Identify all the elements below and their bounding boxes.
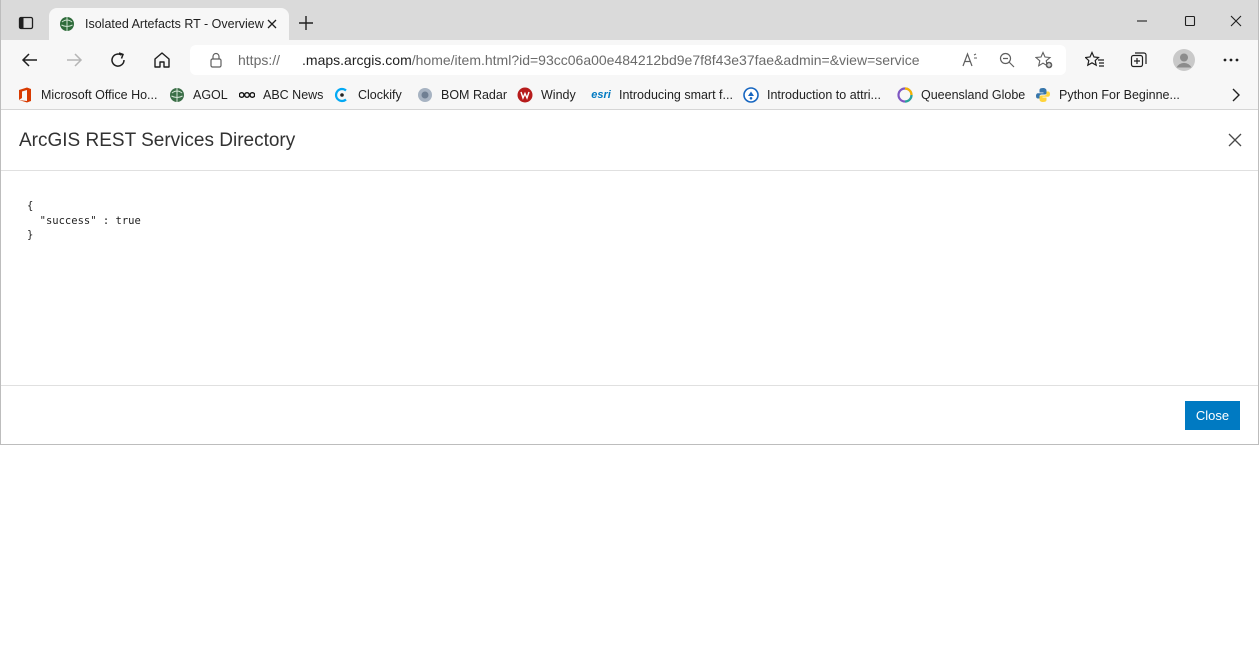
- new-tab-button[interactable]: [295, 12, 317, 34]
- refresh-button[interactable]: [105, 48, 131, 72]
- browser-window: Isolated Artefacts RT - Overview https:/…: [0, 0, 1259, 445]
- tab-title: Isolated Artefacts RT - Overview: [85, 17, 264, 31]
- url-text: https:// .maps.arcgis.com/home/item.html?…: [238, 52, 920, 68]
- favorite-label: Microsoft Office Ho...: [41, 88, 158, 102]
- zoom-out-icon[interactable]: [996, 50, 1018, 70]
- favorite-item[interactable]: Clockify: [334, 84, 402, 106]
- globe-icon: [169, 87, 185, 103]
- chevron-right-icon[interactable]: [1228, 86, 1244, 104]
- back-button[interactable]: [17, 48, 43, 72]
- add-favorite-icon[interactable]: [1033, 50, 1055, 70]
- favorite-label: Clockify: [358, 88, 402, 102]
- python-icon: [1035, 87, 1051, 103]
- favorite-label: Windy: [541, 88, 576, 102]
- close-icon: [1230, 15, 1242, 27]
- abc-icon: [239, 87, 255, 103]
- favorite-item[interactable]: ABC News: [239, 84, 323, 106]
- office-icon: [17, 87, 33, 103]
- favorite-label: BOM Radar: [441, 88, 507, 102]
- favorite-label: Introduction to attri...: [767, 88, 881, 102]
- tab-close-icon[interactable]: [265, 17, 279, 31]
- dialog-title: ArcGIS REST Services Directory: [19, 130, 296, 151]
- favorite-label: AGOL: [193, 88, 228, 102]
- arrow-left-icon: [21, 53, 37, 67]
- tab-active[interactable]: Isolated Artefacts RT - Overview: [49, 8, 289, 40]
- learn-icon: [743, 87, 759, 103]
- favorite-item[interactable]: esri Introducing smart f...: [591, 84, 733, 106]
- tab-actions-icon: [18, 16, 34, 30]
- dialog-header: ArcGIS REST Services Directory: [1, 111, 1258, 171]
- favorites-bar: Microsoft Office Ho... AGOL ABC News Clo…: [1, 80, 1258, 110]
- esri-icon: esri: [591, 89, 611, 101]
- url-host: .maps.arcgis.com: [302, 52, 412, 68]
- dialog-footer: Close: [1, 385, 1258, 444]
- minimize-button[interactable]: [1127, 8, 1157, 34]
- profile-button[interactable]: [1171, 48, 1197, 72]
- favorites-icon: [1085, 51, 1104, 67]
- favorite-item[interactable]: Microsoft Office Ho...: [17, 84, 157, 106]
- forward-button[interactable]: [61, 48, 87, 72]
- maximize-button[interactable]: [1175, 8, 1205, 34]
- dialog-body: { "success" : true }: [1, 172, 1258, 385]
- favorite-label: Python For Beginne...: [1059, 88, 1180, 102]
- favorite-label: ABC News: [263, 88, 324, 102]
- bom-icon: [417, 87, 433, 103]
- refresh-icon: [111, 52, 125, 67]
- home-button[interactable]: [149, 48, 175, 72]
- settings-more-button[interactable]: [1218, 48, 1244, 72]
- address-bar[interactable]: https:// .maps.arcgis.com/home/item.html?…: [190, 45, 1066, 75]
- close-button[interactable]: Close: [1185, 401, 1240, 430]
- json-response: { "success" : true }: [27, 200, 141, 241]
- favorite-item[interactable]: AGOL: [169, 84, 228, 106]
- avatar-icon: [1173, 49, 1195, 71]
- minimize-icon: [1137, 20, 1147, 22]
- favorite-item[interactable]: Windy: [517, 84, 576, 106]
- dialog-close-icon[interactable]: [1228, 133, 1242, 147]
- collections-button[interactable]: [1126, 48, 1152, 72]
- windy-icon: [517, 87, 533, 103]
- home-icon: [154, 52, 170, 68]
- tab-bar: Isolated Artefacts RT - Overview: [1, 0, 1258, 40]
- rest-services-dialog: ArcGIS REST Services Directory { "succes…: [1, 111, 1258, 444]
- url-scheme: https://: [238, 52, 281, 68]
- tab-actions-button[interactable]: [13, 10, 39, 36]
- navigation-toolbar: https:// .maps.arcgis.com/home/item.html?…: [1, 40, 1258, 80]
- arrow-right-icon: [67, 53, 83, 67]
- favorite-label: Introducing smart f...: [619, 88, 733, 102]
- favorite-item[interactable]: Introduction to attri...: [743, 84, 881, 106]
- url-path: /home/item.html?id=93cc06a00e484212bd9e7…: [411, 52, 920, 68]
- favorite-item[interactable]: Python For Beginne...: [1035, 84, 1180, 106]
- favorites-button[interactable]: [1082, 48, 1108, 72]
- more-horizontal-icon: [1223, 58, 1239, 62]
- window-close-button[interactable]: [1221, 8, 1251, 34]
- favorite-label: Queensland Globe: [921, 88, 1026, 102]
- lock-icon[interactable]: [209, 52, 223, 68]
- arcgis-globe-icon: [59, 16, 75, 32]
- clockify-icon: [334, 87, 350, 103]
- read-aloud-icon[interactable]: [960, 50, 982, 70]
- collections-icon: [1130, 52, 1147, 68]
- qld-globe-icon: [897, 87, 913, 103]
- favorite-item[interactable]: BOM Radar: [417, 84, 507, 106]
- plus-icon: [299, 16, 313, 30]
- maximize-icon: [1184, 15, 1196, 27]
- favorite-item[interactable]: Queensland Globe: [897, 84, 1025, 106]
